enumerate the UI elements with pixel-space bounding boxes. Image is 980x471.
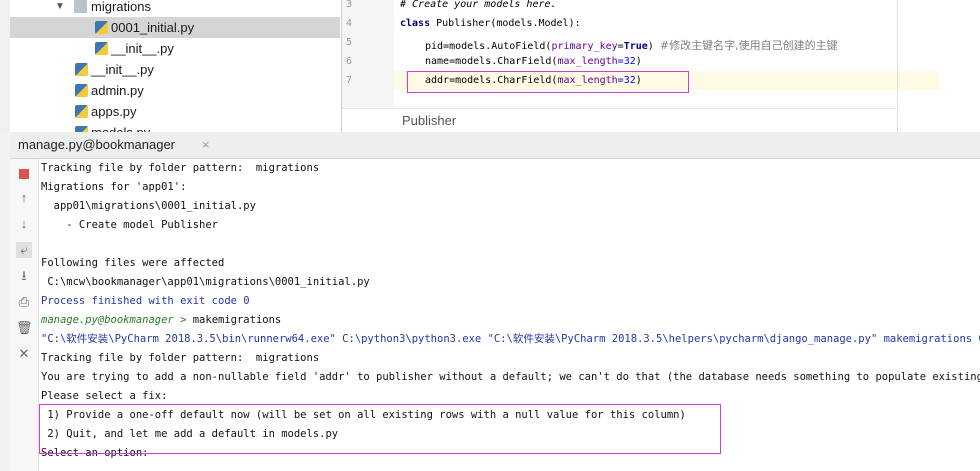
prompt-name: manage.py@bookmanager xyxy=(41,314,174,326)
close-icon[interactable]: × xyxy=(202,137,210,152)
project-tree: ▼ migrations 0001_initial.py __init__.py… xyxy=(0,0,340,132)
highlight-box-addr xyxy=(407,71,689,93)
tree-item-0001-initial[interactable]: 0001_initial.py xyxy=(10,17,340,38)
console-line-command: "C:\软件安装\PyCharm 2018.3.5\bin\runnerw64.… xyxy=(41,333,980,345)
breadcrumb-item[interactable]: Publisher xyxy=(402,113,456,128)
run-tab-bar: manage.py@bookmanager × xyxy=(10,132,980,159)
chevron-down-icon[interactable]: ▼ xyxy=(55,0,65,17)
tree-item-label: apps.py xyxy=(91,104,137,119)
python-file-icon xyxy=(95,21,108,34)
console-line: Tracking file by folder pattern: migrati… xyxy=(41,352,320,364)
console-line: C:\mcw\bookmanager\app01\migrations\0001… xyxy=(41,276,370,288)
python-file-icon xyxy=(95,42,108,55)
run-toolbar: ↑ ↓ ⤶ ⭳ ⎙ 🗑 ✕ xyxy=(10,159,39,471)
right-margin-guide xyxy=(897,0,898,132)
code-line-5: pid=models.AutoField(primary_key=True) #… xyxy=(425,37,838,53)
prompt-separator: > xyxy=(173,314,193,326)
keyword: True xyxy=(623,41,648,52)
arrow-up-icon[interactable]: ↑ xyxy=(16,190,32,206)
keyword: class xyxy=(400,18,431,29)
line-number: 6 xyxy=(346,56,353,67)
print-icon[interactable]: ⎙ xyxy=(16,294,32,310)
arrow-down-icon[interactable]: ↓ xyxy=(16,216,32,232)
code-text: pid=models.AutoField( xyxy=(425,41,552,52)
param-name: max_length xyxy=(557,56,618,67)
tree-item-label: __init__.py xyxy=(111,41,174,56)
prompt-command: makemigrations xyxy=(192,314,282,326)
tree-item-label: __init__.py xyxy=(91,62,154,77)
line-number: 7 xyxy=(346,75,353,86)
soft-wrap-icon[interactable]: ⤶ xyxy=(16,242,32,258)
python-file-icon xyxy=(75,84,88,97)
console-line: app01\migrations\0001_initial.py xyxy=(41,200,256,212)
python-file-icon xyxy=(75,63,88,76)
code-text: Publisher(models.Model): xyxy=(430,18,581,29)
stop-icon[interactable] xyxy=(16,165,32,181)
tree-item-migrations[interactable]: ▼ migrations xyxy=(10,0,340,17)
console-line: Tracking file by folder pattern: migrati… xyxy=(41,162,320,174)
tree-item-label: migrations xyxy=(91,0,151,14)
line-number: 4 xyxy=(346,18,353,29)
tree-item-migrations-init[interactable]: __init__.py xyxy=(10,38,340,59)
code-line-4: class Publisher(models.Model): xyxy=(400,18,581,29)
highlight-box-options xyxy=(39,404,721,454)
editor-gutter xyxy=(342,0,394,108)
console-line: Migrations for 'app01': xyxy=(41,181,187,193)
scroll-to-end-icon[interactable]: ⭳ xyxy=(16,268,32,284)
python-file-icon xyxy=(75,105,88,118)
console-line: Following files were affected xyxy=(41,257,225,269)
console-prompt-line: manage.py@bookmanager > makemigrations xyxy=(41,311,281,330)
tree-item-init[interactable]: __init__.py xyxy=(10,59,340,80)
code-editor[interactable]: 3 4 5 6 7 # Create your models here. cla… xyxy=(341,0,980,133)
tree-item-label: 0001_initial.py xyxy=(111,20,195,35)
code-line-3: # Create your models here. xyxy=(400,0,557,10)
close-icon[interactable]: ✕ xyxy=(16,346,32,362)
number-literal: =32 xyxy=(617,56,636,67)
console-line-exit: Process finished with exit code 0 xyxy=(41,295,250,307)
tree-item-apps[interactable]: apps.py xyxy=(10,101,340,122)
console-line: - Create model Publisher xyxy=(41,219,219,231)
code-text: ) xyxy=(647,41,654,52)
breadcrumb[interactable]: Publisher xyxy=(342,108,897,133)
structure-tab[interactable]: ure xyxy=(0,450,10,466)
favorites-tab[interactable]: 2: Favorites xyxy=(0,347,10,404)
code-line-6: name=models.CharField(max_length=32) xyxy=(425,56,642,67)
code-text: ) xyxy=(635,56,642,67)
run-tab[interactable]: manage.py@bookmanager xyxy=(18,137,175,152)
folder-icon xyxy=(74,0,87,13)
tree-gutter xyxy=(0,0,10,132)
code-text: name=models.CharField( xyxy=(425,56,558,67)
tree-item-models[interactable]: models.py xyxy=(10,122,340,132)
line-number: 5 xyxy=(346,37,353,48)
code-comment: #修改主键名字,使用自己创建的主键 xyxy=(659,39,838,52)
trash-icon[interactable]: 🗑 xyxy=(16,320,33,336)
tree-item-label: admin.py xyxy=(91,83,144,98)
tree-item-label: models.py xyxy=(91,122,150,132)
line-number: 3 xyxy=(346,0,353,10)
param-name: primary_key xyxy=(551,41,618,52)
tree-item-admin[interactable]: admin.py xyxy=(10,80,340,101)
console-line: You are trying to add a non-nullable fie… xyxy=(41,371,980,383)
